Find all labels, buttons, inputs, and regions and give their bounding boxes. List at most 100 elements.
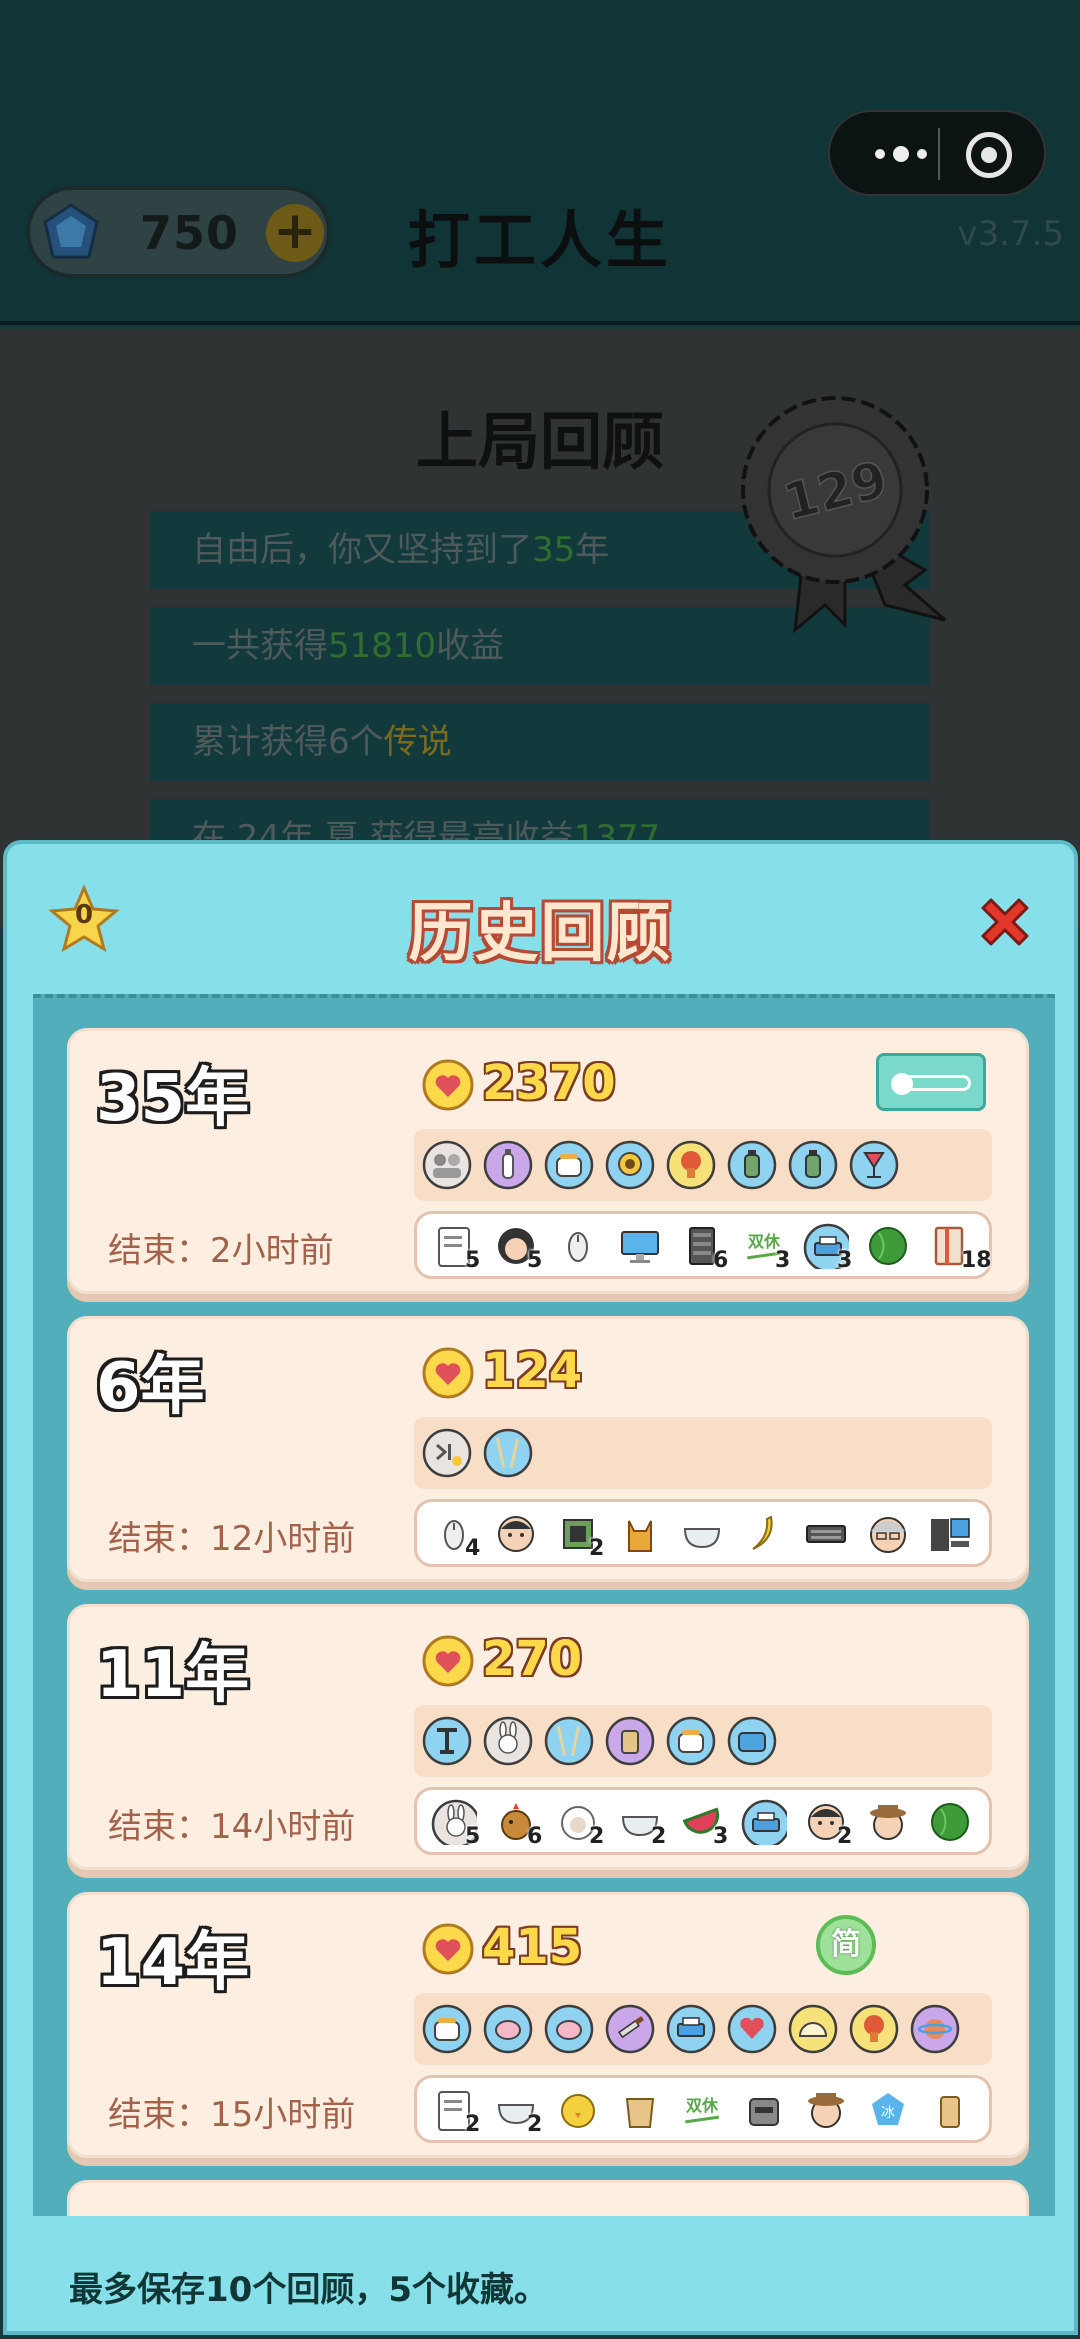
- item-count: 6: [713, 1248, 729, 1273]
- version-label: v3.7.5: [957, 214, 1064, 254]
- acquired-items: [414, 1417, 992, 1489]
- history-record-card[interactable]: [67, 2180, 1029, 2216]
- bottle-icon: [483, 1140, 533, 1190]
- explosion-icon: [849, 2004, 899, 2054]
- item-count: 18: [961, 1248, 992, 1273]
- toggle-knob: [891, 1073, 913, 1095]
- history-record-card[interactable]: 35年 结束：2小时前 2370 5 5 6 双休 3 3 18: [67, 1028, 1029, 1294]
- old-man-icon: [870, 1517, 906, 1553]
- monitor-icon: [621, 1231, 659, 1263]
- rice-cooker-icon: [666, 1716, 716, 1766]
- watermelon-icon: [931, 1803, 969, 1841]
- item-count: 5: [465, 1248, 481, 1273]
- computer-icon: [931, 1518, 970, 1551]
- drink-icon: [605, 1716, 655, 1766]
- chick-icon: [561, 2094, 595, 2128]
- item-count: 6: [527, 1824, 543, 1849]
- record-income: 270: [482, 1631, 583, 1687]
- mode-badge: 简: [816, 1915, 876, 1975]
- wine-glass-icon: [849, 1140, 899, 1190]
- record-income: 2370: [482, 1055, 616, 1111]
- rabbit-icon: [483, 1716, 533, 1766]
- farmer-icon: [870, 1805, 906, 1840]
- bowl-icon: [683, 1528, 721, 1549]
- record-ended-time: 结束：15小时前: [108, 2095, 356, 2135]
- modal-title: 历史回顾: [408, 897, 673, 971]
- close-icon: [981, 898, 1029, 946]
- item-count: 2: [465, 2112, 481, 2137]
- heart-coin-icon: [422, 1059, 474, 1111]
- chopsticks-icon: [483, 1428, 533, 1478]
- knife-icon: [605, 2004, 655, 2054]
- banana-icon: [752, 1515, 773, 1550]
- rice-cooker-icon: [544, 1140, 594, 1190]
- record-years: 14年: [96, 1926, 250, 2000]
- planet-icon: [910, 2004, 960, 2054]
- item-count: 2: [589, 1536, 605, 1561]
- inventory-items: 5 5 6 双休 3 3 18: [414, 1211, 992, 1279]
- printer-icon: [741, 1799, 787, 1845]
- acquired-items: [414, 1705, 992, 1777]
- close-button[interactable]: [973, 890, 1037, 954]
- cat-icon: [628, 1520, 652, 1552]
- record-income: 415: [482, 1919, 583, 1975]
- keyboard-icon: [806, 1525, 846, 1543]
- svg-text:冰: 冰: [881, 2105, 895, 2121]
- favorite-toggle[interactable]: [876, 1053, 986, 1111]
- acquired-items: [414, 1993, 992, 2065]
- man-face-icon: [498, 1516, 534, 1552]
- app-title: 打工人生: [407, 204, 672, 277]
- inventory-items: 42: [414, 1499, 992, 1567]
- record-ended-time: 结束：2小时前: [108, 1231, 334, 1271]
- heart-bowl-icon: [727, 2004, 777, 2054]
- rice-cooker-icon: [422, 2004, 472, 2054]
- rosette-badge-icon: 129: [741, 396, 946, 634]
- inventory-items: 2 2 双休 冰: [414, 2075, 992, 2143]
- bucket-icon: [625, 2098, 655, 2128]
- watermelon-icon: [869, 1227, 907, 1265]
- history-record-card[interactable]: 11年 结束：14小时前 270 5 6 2 2 3 2: [67, 1604, 1029, 1870]
- piggy-bank-icon: [483, 2004, 533, 2054]
- green-bottle-icon: [727, 1140, 777, 1190]
- green-bottle-icon: [788, 1140, 838, 1190]
- heart-coin-icon: [422, 1635, 474, 1687]
- item-count: 3: [713, 1824, 729, 1849]
- more-icon[interactable]: [864, 139, 938, 169]
- exit-mini-program-icon[interactable]: [966, 132, 1012, 178]
- shell-icon: [788, 2004, 838, 2054]
- item-count: 2: [837, 1824, 853, 1849]
- pump-icon: [422, 1716, 472, 1766]
- cup-icon: [940, 2096, 960, 2128]
- people-icon: [422, 1140, 472, 1190]
- review-line: 累计获得6个传说: [150, 703, 930, 781]
- sunflower-icon: [605, 1140, 655, 1190]
- history-review-modal: 0 历史回顾 35年 结束：2小时前 2370 5 5 6 双休 3 3 18 6年 结束：12小时前…: [3, 840, 1078, 2335]
- capsule-divider: [938, 128, 940, 180]
- mouse-icon: [568, 1232, 588, 1262]
- chopsticks-icon: [544, 1716, 594, 1766]
- printer-icon: [666, 2004, 716, 2054]
- piggy-bank-icon: [544, 2004, 594, 2054]
- history-record-card[interactable]: 6年 结束：12小时前 124 4 2: [67, 1316, 1029, 1582]
- heart-coin-icon: [422, 1923, 474, 1975]
- record-years: 35年: [96, 1062, 250, 1136]
- item-count: 2: [527, 2112, 543, 2137]
- explosion-icon: [666, 1140, 716, 1190]
- item-count: 3: [837, 1248, 853, 1273]
- item-count: 4: [465, 1536, 481, 1561]
- fish-tank-icon: [727, 1716, 777, 1766]
- history-list[interactable]: 35年 结束：2小时前 2370 5 5 6 双休 3 3 18 6年 结束：12小时前 124 4 2 11…: [33, 994, 1055, 2216]
- footer-note: 最多保存10个回顾，5个收藏。: [69, 2270, 548, 2310]
- mini-program-capsule: [828, 110, 1046, 196]
- heart-coin-icon: [422, 1347, 474, 1399]
- item-count: 2: [589, 1824, 605, 1849]
- history-record-card[interactable]: 14年结束：15小时前 415 简 2 2 双休 冰: [67, 1892, 1029, 2158]
- acquired-items: [414, 1129, 992, 1201]
- record-income: 124: [482, 1343, 583, 1399]
- mode-badge-label: 简: [831, 1927, 861, 1962]
- top-bar: 750 + 打工人生 v3.7.5: [0, 0, 1080, 325]
- svg-text:双休: 双休: [686, 2096, 719, 2115]
- record-ended-time: 结束：14小时前: [108, 1807, 356, 1847]
- farmer-icon: [808, 2093, 844, 2128]
- item-count: 5: [527, 1248, 543, 1273]
